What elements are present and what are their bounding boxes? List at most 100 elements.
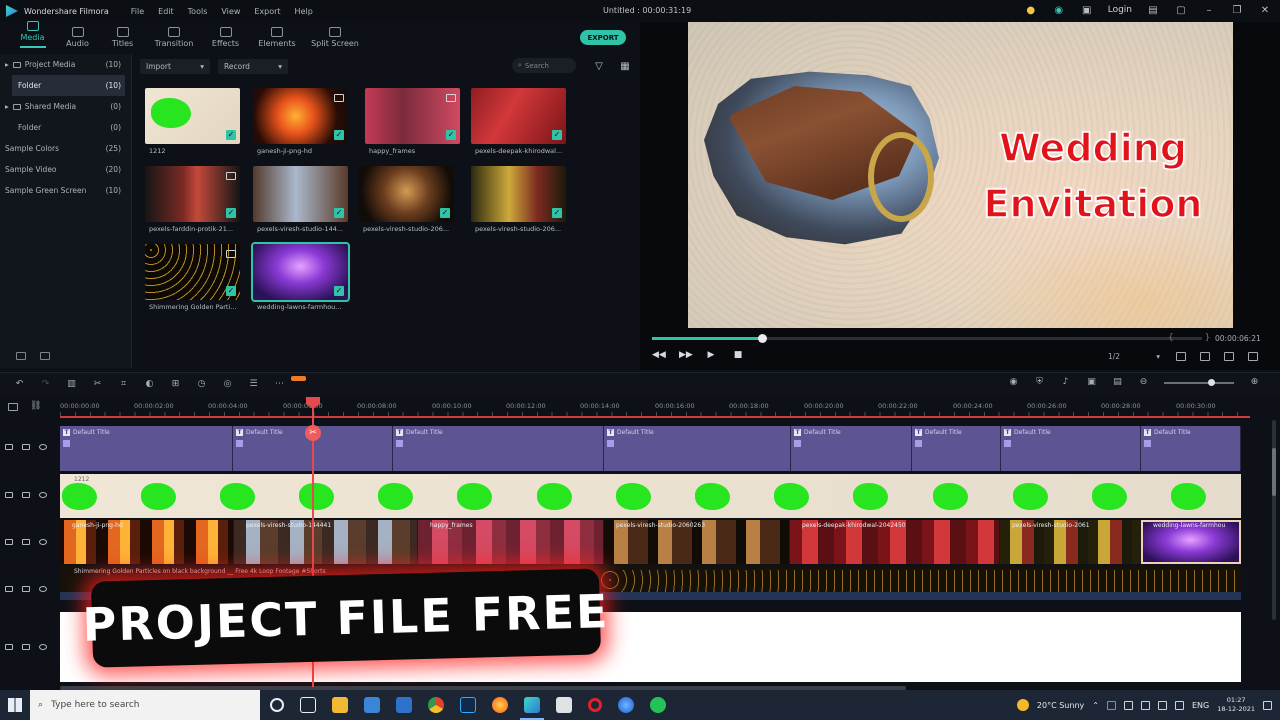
- tab-titles[interactable]: Titles: [100, 27, 145, 52]
- title-clip[interactable]: T Default Title: [1141, 426, 1241, 471]
- render-icon[interactable]: ◉: [1008, 377, 1019, 388]
- eye-icon[interactable]: [39, 444, 47, 450]
- media-item[interactable]: ✓ pexels-farddin-protik-21...: [145, 166, 240, 233]
- sidebar-item-folder-selected[interactable]: Folder (10): [12, 75, 125, 96]
- network-icon[interactable]: [1157, 700, 1167, 710]
- notification-icon[interactable]: ▢: [1174, 3, 1188, 17]
- tab-elements[interactable]: Elements: [248, 27, 306, 52]
- firefox-icon[interactable]: [492, 697, 508, 713]
- headset-icon[interactable]: ◉: [1052, 3, 1066, 17]
- title-clip[interactable]: T Default Title: [393, 426, 604, 471]
- restore-icon[interactable]: ❐: [1230, 3, 1244, 17]
- clock[interactable]: 01:27 18-12-2021: [1217, 696, 1255, 714]
- quality-dropdown[interactable]: 1/2 ▾: [1108, 352, 1160, 365]
- audio-adjust-icon[interactable]: ☰: [248, 379, 259, 390]
- media-item[interactable]: ✓ pexels-deepak-khirodwal...: [471, 88, 566, 155]
- lock-icon[interactable]: [22, 492, 30, 498]
- marker-icon[interactable]: ▤: [1112, 377, 1123, 388]
- tab-effects[interactable]: Effects: [203, 27, 248, 52]
- microphone-icon[interactable]: ♪: [1060, 377, 1071, 388]
- gift-icon[interactable]: ▣: [1080, 3, 1094, 17]
- lock-icon[interactable]: [22, 444, 30, 450]
- sidebar-item-sample-video[interactable]: Sample Video (20): [0, 159, 131, 180]
- file-explorer-icon[interactable]: [332, 697, 348, 713]
- record-dropdown[interactable]: Record ▾: [218, 58, 288, 74]
- timeline-zoom-slider[interactable]: [1164, 378, 1234, 386]
- close-icon[interactable]: ✕: [1258, 3, 1272, 17]
- eye-icon[interactable]: [39, 586, 47, 592]
- weather-icon[interactable]: [1016, 699, 1029, 711]
- add-track-icon[interactable]: [8, 403, 18, 411]
- lock-icon[interactable]: [22, 539, 30, 545]
- menu-help[interactable]: Help: [295, 7, 313, 16]
- menu-file[interactable]: File: [131, 7, 144, 16]
- opera-icon[interactable]: [588, 698, 602, 712]
- chrome-profile-icon[interactable]: [618, 697, 634, 713]
- title-clip[interactable]: T Default Title: [791, 426, 912, 471]
- media-item[interactable]: ✓ ganesh-ji-png-hd: [253, 88, 348, 155]
- grid-view-icon[interactable]: ▦: [618, 59, 632, 73]
- voiceover-icon[interactable]: ▣: [1086, 377, 1097, 388]
- media-item-selected[interactable]: ✓ wedding-lawns-farmhou...: [251, 242, 350, 311]
- title-clip[interactable]: T Default Title: [912, 426, 1001, 471]
- minimize-icon[interactable]: –: [1202, 3, 1216, 17]
- monitor-icon[interactable]: [1176, 352, 1186, 361]
- tab-transition[interactable]: Transition: [145, 27, 203, 52]
- eye-icon[interactable]: [39, 492, 47, 498]
- sidebar-item-shared-media[interactable]: ▸ Shared Media (0): [0, 96, 131, 117]
- video-clip[interactable]: pexels-viresh-studio-2061: [1000, 520, 1141, 564]
- task-view-icon[interactable]: [300, 697, 316, 713]
- save-icon[interactable]: ▤: [1146, 3, 1160, 17]
- fullscreen-icon[interactable]: [1248, 352, 1258, 361]
- color-icon[interactable]: ◐: [144, 379, 155, 390]
- menu-edit[interactable]: Edit: [158, 7, 174, 16]
- tray-app-icon[interactable]: [1106, 700, 1116, 710]
- timeline-ruler[interactable]: ⛓ 00:00:00:00 00:00:02:00 00:00:04:00 00…: [0, 397, 1280, 419]
- zoom-out-icon[interactable]: ⊖: [1138, 377, 1149, 388]
- language-indicator[interactable]: ENG: [1192, 701, 1209, 710]
- play-icon[interactable]: ▶: [706, 350, 716, 360]
- sidebar-item-sample-green-screen[interactable]: Sample Green Screen (10): [0, 180, 131, 201]
- playback-progress-bar[interactable]: [652, 334, 1202, 343]
- stop-icon[interactable]: ■: [733, 350, 743, 360]
- chevron-up-icon[interactable]: ⌃: [1092, 701, 1099, 710]
- volume-icon[interactable]: [1224, 352, 1234, 361]
- adjust-icon[interactable]: ⊞: [170, 379, 181, 390]
- green-screen-icon[interactable]: ◎: [222, 379, 233, 390]
- cortana-icon[interactable]: [270, 698, 284, 712]
- camera-icon[interactable]: [1200, 352, 1210, 361]
- media-item[interactable]: ✓ happy_frames: [365, 88, 460, 155]
- zoom-in-icon[interactable]: ⊕: [1249, 377, 1260, 388]
- title-clip[interactable]: T Default Title: [1001, 426, 1141, 471]
- sidebar-item-sample-colors[interactable]: Sample Colors (25): [0, 138, 131, 159]
- volume-icon[interactable]: [1174, 700, 1184, 710]
- sidebar-item-shared-folder[interactable]: Folder (0): [0, 117, 131, 138]
- tray-app-icon[interactable]: [1123, 700, 1133, 710]
- battery-icon[interactable]: [1140, 700, 1150, 710]
- shield-icon[interactable]: ⛨: [1034, 377, 1045, 388]
- scissors-icon[interactable]: ✂: [305, 425, 321, 441]
- green-screen-clip[interactable]: 1212: [60, 474, 1241, 518]
- menu-export[interactable]: Export: [254, 7, 280, 16]
- title-clip[interactable]: T Default Title: [60, 426, 233, 471]
- filter-icon[interactable]: ▽: [592, 59, 606, 73]
- new-folder-icon[interactable]: [16, 352, 26, 360]
- video-clip[interactable]: pexels-viresh-studio-2060263: [604, 520, 790, 564]
- video-clip[interactable]: pexels-viresh-studio-144441: [234, 520, 418, 564]
- login-button[interactable]: Login: [1108, 5, 1132, 15]
- media-item[interactable]: ✓ Shimmering Golden Parti...: [145, 244, 240, 311]
- menu-tools[interactable]: Tools: [188, 7, 208, 16]
- video-clip[interactable]: happy_frames: [418, 520, 604, 564]
- export-button[interactable]: EXPORT: [580, 30, 626, 45]
- menu-view[interactable]: View: [221, 7, 240, 16]
- lock-icon[interactable]: [22, 586, 30, 592]
- video-clip-selected[interactable]: wedding-lawns-farmhou: [1141, 520, 1241, 564]
- notifications-icon[interactable]: [1263, 700, 1272, 710]
- delete-icon[interactable]: ▥: [66, 379, 77, 390]
- cut-icon[interactable]: ✂: [92, 379, 103, 390]
- folder-icon[interactable]: [40, 352, 50, 360]
- progress-knob[interactable]: [758, 334, 767, 343]
- media-item[interactable]: ✓ 1212: [145, 88, 240, 155]
- mail-icon[interactable]: [396, 697, 412, 713]
- sidebar-item-project-media[interactable]: ▸ Project Media (10): [0, 54, 131, 75]
